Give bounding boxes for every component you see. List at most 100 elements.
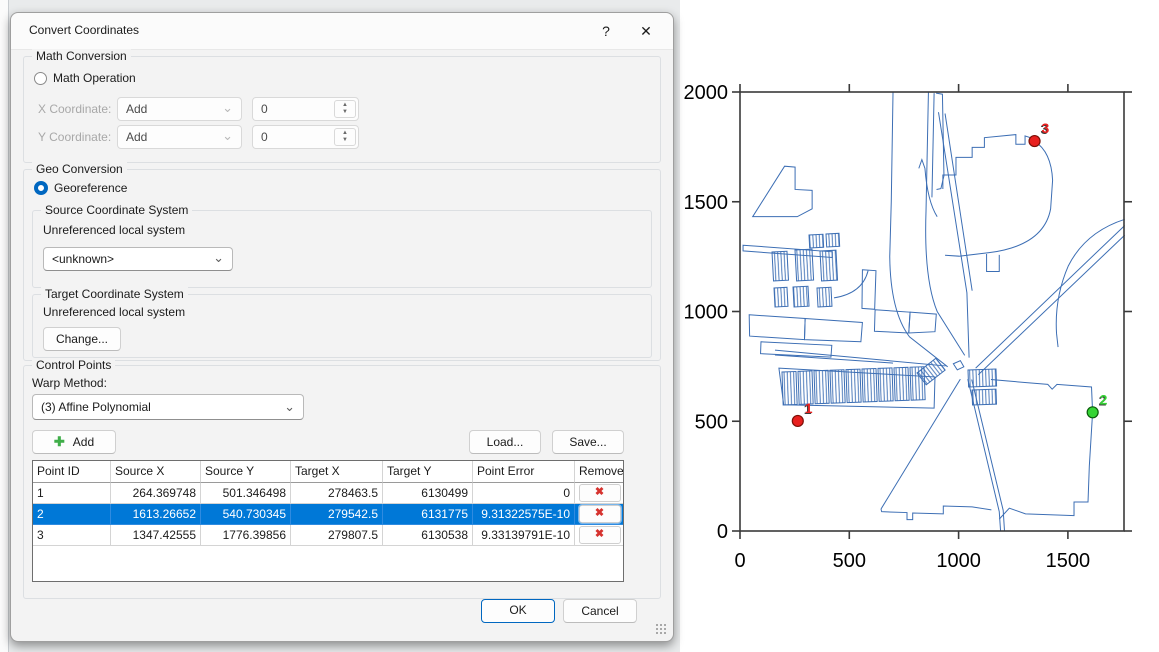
y-tick-label: 1000 <box>684 302 729 324</box>
cancel-button[interactable]: Cancel <box>563 599 637 623</box>
remove-cell: ✖ <box>575 483 624 504</box>
x-value: 0 <box>261 102 268 116</box>
table-cell[interactable]: 1347.42555 <box>111 525 201 546</box>
dialog-titlebar[interactable]: Convert Coordinates ? ✕ <box>11 13 673 50</box>
save-button[interactable]: Save... <box>552 430 624 454</box>
table-cell[interactable]: 264.369748 <box>111 483 201 504</box>
spinner-arrows-icon[interactable]: ▲▼ <box>334 100 356 118</box>
remove-cell: ✖ <box>575 525 624 546</box>
target-coordinate-group: Target Coordinate System Unreferenced lo… <box>32 294 652 358</box>
source-coordinate-label: Source Coordinate System <box>41 203 192 217</box>
change-button[interactable]: Change... <box>43 327 121 351</box>
table-row[interactable]: 1264.369748501.346498278463.561304990✖ <box>33 483 623 504</box>
axis-ticks: 0500100015000500100015002000 <box>684 82 1133 572</box>
x-operation-combo[interactable]: Add ⌄ <box>117 97 242 121</box>
warp-method-combo[interactable]: (3) Affine Polynomial ⌄ <box>32 394 304 420</box>
target-coordinate-label: Target Coordinate System <box>41 287 188 301</box>
math-conversion-label: Math Conversion <box>32 49 131 63</box>
column-header[interactable]: Target X <box>291 461 383 483</box>
table-cell[interactable]: 9.31322575E-10 <box>473 504 575 525</box>
chevron-down-icon: ⌄ <box>222 126 233 146</box>
math-operation-radio[interactable]: Math Operation <box>34 71 136 85</box>
table-cell[interactable]: 278463.5 <box>291 483 383 504</box>
remove-point-button[interactable]: ✖ <box>579 484 621 502</box>
add-point-button[interactable]: ✚ Add <box>32 430 116 454</box>
georeference-label: Georeference <box>54 181 127 195</box>
table-cell[interactable]: 6131775 <box>383 504 473 525</box>
remove-cell: ✖ <box>575 504 624 525</box>
y-tick-label: 2000 <box>684 82 729 104</box>
table-cell[interactable]: 279542.5 <box>291 504 383 525</box>
dialog-title: Convert Coordinates <box>29 23 139 37</box>
x-tick-label: 1500 <box>1046 550 1091 572</box>
y-value: 0 <box>261 130 268 144</box>
load-button[interactable]: Load... <box>469 430 541 454</box>
table-cell[interactable]: 540.730345 <box>201 504 291 525</box>
y-coordinate-label: Y Coordinate: <box>38 130 111 144</box>
math-operation-label: Math Operation <box>53 71 136 85</box>
radio-circle-icon[interactable] <box>34 72 47 85</box>
column-header[interactable]: Source X <box>111 461 201 483</box>
close-icon[interactable]: ✕ <box>633 19 659 43</box>
y-tick-label: 1500 <box>684 192 729 214</box>
x-value-spinner[interactable]: 0 ▲▼ <box>252 97 359 121</box>
remove-point-button[interactable]: ✖ <box>579 505 621 523</box>
table-cell[interactable]: 501.346498 <box>201 483 291 504</box>
table-cell[interactable]: 9.33139791E-10 <box>473 525 575 546</box>
add-label: Add <box>73 435 94 449</box>
y-operation-value: Add <box>126 130 147 144</box>
map-panel: 0500100015000500100015002000 123 <box>680 0 1159 652</box>
column-header[interactable]: Remove <box>575 461 624 483</box>
source-system-description: Unreferenced local system <box>43 223 185 237</box>
warp-method-label: Warp Method: <box>32 376 107 390</box>
table-cell[interactable]: 279807.5 <box>291 525 383 546</box>
ok-button[interactable]: OK <box>481 599 555 623</box>
table-cell[interactable]: 2 <box>33 504 111 525</box>
radio-checked-icon[interactable] <box>34 181 48 195</box>
left-edge-strip <box>0 0 9 652</box>
column-header[interactable]: Point ID <box>33 461 111 483</box>
table-cell[interactable]: 1613.26652 <box>111 504 201 525</box>
table-cell[interactable]: 1 <box>33 483 111 504</box>
map-buildings <box>772 233 997 405</box>
source-system-combo[interactable]: <unknown> ⌄ <box>43 247 233 271</box>
control-point-label: 3 <box>1042 120 1050 136</box>
control-point-label: 1 <box>805 400 813 416</box>
control-points-label: Control Points <box>32 358 115 372</box>
target-system-description: Unreferenced local system <box>43 305 185 319</box>
remove-point-button[interactable]: ✖ <box>579 526 621 544</box>
chevron-down-icon: ⌄ <box>222 98 233 118</box>
table-cell[interactable]: 1776.39856 <box>201 525 291 546</box>
x-tick-label: 0 <box>734 550 745 572</box>
map-plot[interactable]: 0500100015000500100015002000 123 <box>680 0 1159 652</box>
control-point-marker[interactable] <box>1029 136 1040 147</box>
control-point-label: 2 <box>1100 391 1108 407</box>
y-tick-label: 0 <box>717 521 728 543</box>
control-points-group: Control Points Warp Method: (3) Affine P… <box>23 365 661 599</box>
geo-conversion-label: Geo Conversion <box>32 162 127 176</box>
y-operation-combo[interactable]: Add ⌄ <box>117 125 242 149</box>
table-cell[interactable]: 3 <box>33 525 111 546</box>
warp-method-value: (3) Affine Polynomial <box>41 400 151 414</box>
plus-icon: ✚ <box>54 434 65 449</box>
help-button[interactable]: ? <box>593 19 619 43</box>
control-points-table[interactable]: Point IDSource XSource YTarget XTarget Y… <box>32 460 624 582</box>
column-header[interactable]: Target Y <box>383 461 473 483</box>
table-cell[interactable]: 0 <box>473 483 575 504</box>
control-point-marker[interactable] <box>792 415 803 426</box>
column-header[interactable]: Source Y <box>201 461 291 483</box>
table-cell[interactable]: 6130538 <box>383 525 473 546</box>
column-header[interactable]: Point Error <box>473 461 575 483</box>
spinner-arrows-icon[interactable]: ▲▼ <box>334 128 356 146</box>
georeference-radio[interactable]: Georeference <box>34 181 127 195</box>
table-row[interactable]: 31347.425551776.39856279807.561305389.33… <box>33 525 623 546</box>
control-point-marker[interactable] <box>1087 407 1098 418</box>
chevron-down-icon: ⌄ <box>284 395 295 419</box>
resize-grip[interactable] <box>655 623 667 635</box>
y-value-spinner[interactable]: 0 ▲▼ <box>252 125 359 149</box>
x-tick-label: 1000 <box>936 550 981 572</box>
table-row[interactable]: 21613.26652540.730345279542.561317759.31… <box>33 504 623 525</box>
x-coordinate-label: X Coordinate: <box>38 102 111 116</box>
y-tick-label: 500 <box>695 411 728 433</box>
table-cell[interactable]: 6130499 <box>383 483 473 504</box>
